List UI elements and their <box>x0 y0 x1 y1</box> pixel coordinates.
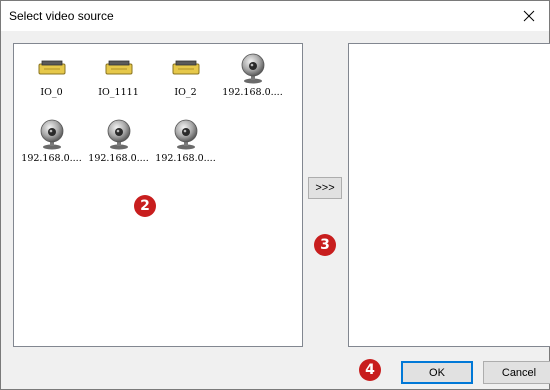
io-device-icon <box>170 52 202 84</box>
source-label: 192.168.0.... <box>21 153 82 164</box>
source-item[interactable]: 192.168.0.... <box>152 118 219 184</box>
source-item[interactable]: IO_2 <box>152 52 219 118</box>
source-item[interactable]: IO_1111 <box>85 52 152 118</box>
dialog-title: Select video source <box>9 9 114 23</box>
io-device-icon <box>36 52 68 84</box>
close-button[interactable] <box>509 1 549 31</box>
webcam-icon <box>36 118 68 150</box>
select-video-source-dialog: Select video source IO_0 IO_1111 IO_2 19… <box>0 0 550 390</box>
source-label: IO_2 <box>174 87 197 98</box>
source-label: 192.168.0.... <box>222 87 283 98</box>
add-source-button[interactable]: >>> <box>308 177 342 199</box>
source-item[interactable]: 192.168.0.... <box>18 118 85 184</box>
source-item[interactable]: 192.168.0.... <box>85 118 152 184</box>
source-label: 192.168.0.... <box>88 153 149 164</box>
source-label: 192.168.0.... <box>155 153 216 164</box>
cancel-button[interactable]: Cancel <box>483 361 550 384</box>
close-icon <box>523 10 535 22</box>
step-marker-2: 2 <box>134 195 156 217</box>
webcam-icon <box>237 52 269 84</box>
webcam-icon <box>103 118 135 150</box>
source-item[interactable]: IO_0 <box>18 52 85 118</box>
source-item[interactable]: 192.168.0.... <box>219 52 286 118</box>
source-label: IO_0 <box>40 87 63 98</box>
step-marker-3: 3 <box>314 234 336 256</box>
source-grid: IO_0 IO_1111 IO_2 192.168.0.... 192.168.… <box>18 52 300 184</box>
source-label: IO_1111 <box>98 87 139 98</box>
ok-button[interactable]: OK <box>401 361 473 384</box>
available-sources-list[interactable]: IO_0 IO_1111 IO_2 192.168.0.... 192.168.… <box>13 43 303 347</box>
io-device-icon <box>103 52 135 84</box>
webcam-icon <box>170 118 202 150</box>
selected-sources-list[interactable] <box>348 43 550 347</box>
title-bar: Select video source <box>1 1 549 31</box>
step-marker-4: 4 <box>359 359 381 381</box>
